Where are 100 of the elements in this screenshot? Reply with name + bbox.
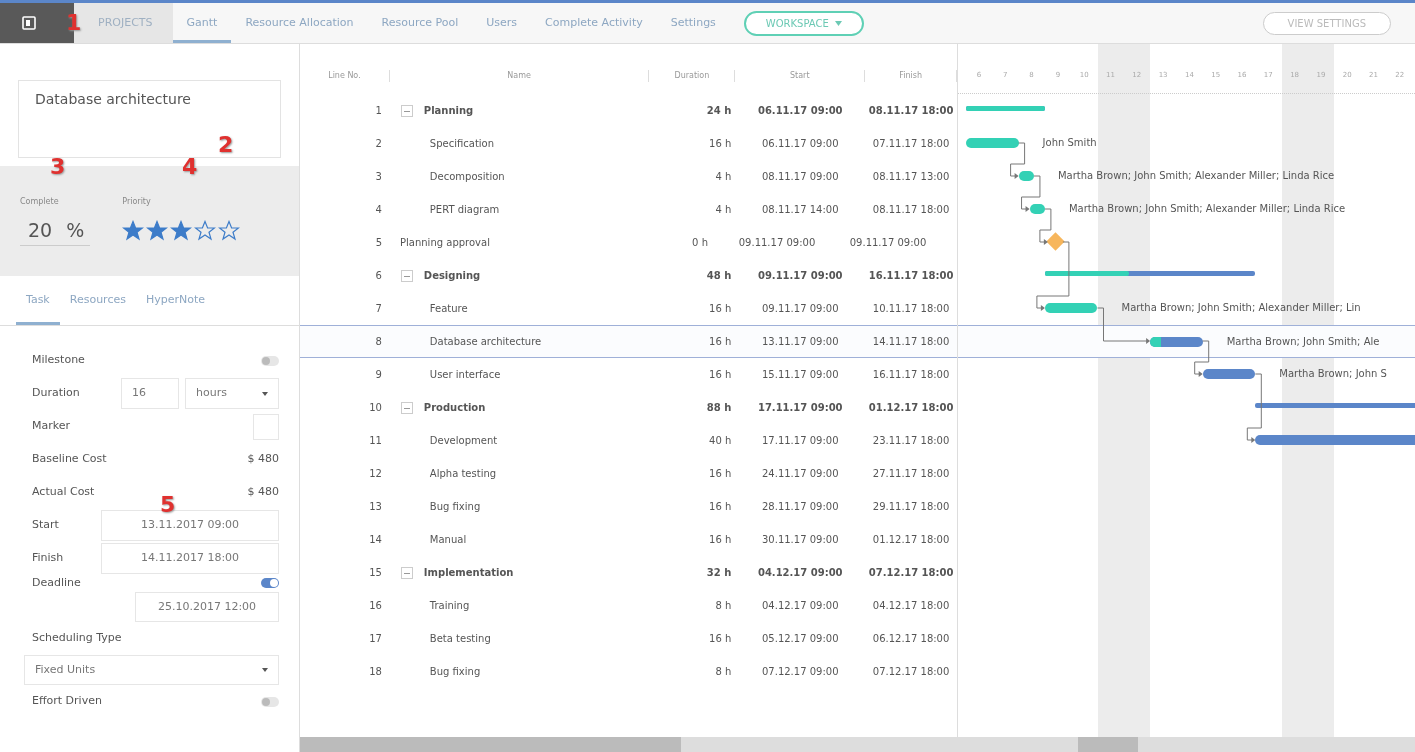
line-number: 15 xyxy=(368,566,383,580)
resource-label: Martha Brown; John Smith; Ale xyxy=(1226,335,1380,349)
summary-bar[interactable] xyxy=(1044,271,1256,276)
start-cell: 28.11.17 09:00 xyxy=(762,501,839,512)
panel-tab[interactable]: Resources xyxy=(59,276,136,325)
finish-cell: 23.11.17 18:00 xyxy=(872,435,950,446)
task-name: Alpha testing xyxy=(429,468,497,479)
start-cell: 09.11.17 09:00 xyxy=(757,270,843,281)
duration-cell: 8 h xyxy=(715,600,732,611)
task-bar[interactable] xyxy=(1150,337,1203,347)
line-number: 12 xyxy=(368,467,383,481)
toggle-switch[interactable] xyxy=(261,578,279,589)
callout-number: 4 xyxy=(182,156,198,178)
summary-bar[interactable] xyxy=(966,106,1045,111)
start-cell: 24.11.17 09:00 xyxy=(762,468,839,479)
unit-dropdown[interactable]: hours xyxy=(185,378,279,409)
task-name: Database architecture xyxy=(429,336,542,347)
task-name: Planning xyxy=(423,105,474,116)
toggle-switch[interactable] xyxy=(261,696,279,707)
finish-cell: 08.11.17 18:00 xyxy=(872,204,950,215)
view-settings-button[interactable]: VIEW SETTINGS xyxy=(1262,11,1391,35)
start-cell: 15.11.17 09:00 xyxy=(762,369,839,380)
task-bar[interactable] xyxy=(1029,204,1045,214)
resource-label: Martha Brown; John S xyxy=(1279,367,1387,381)
panel-icon xyxy=(22,16,36,30)
finish-cell: 16.11.17 18:00 xyxy=(872,369,950,380)
selected-row[interactable]: 8 Database architecture 16 h 13.11.17 09:00 14.11.17 18:00 xyxy=(300,325,957,358)
star-filled-icon[interactable] xyxy=(122,220,145,241)
expand-toggle[interactable] xyxy=(400,566,413,579)
resource-label: Martha Brown; John Smith; Alexander Miller; Linda Rice xyxy=(1057,169,1335,183)
star-outline-icon[interactable] xyxy=(194,220,217,241)
finish-cell: 06.12.17 18:00 xyxy=(872,633,950,644)
star-filled-icon[interactable] xyxy=(146,220,169,241)
line-number: 10 xyxy=(368,401,383,415)
expand-toggle[interactable] xyxy=(400,104,413,117)
nav-tab[interactable]: Users xyxy=(472,3,532,43)
column-header[interactable]: Start xyxy=(789,71,810,80)
task-name: Decomposition xyxy=(429,171,505,182)
line-number: 7 xyxy=(374,302,383,316)
task-name: Beta testing xyxy=(429,633,491,644)
finish-cell: 16.11.17 18:00 xyxy=(868,270,954,281)
caret-icon xyxy=(262,667,268,672)
finish-cell: 01.12.17 18:00 xyxy=(872,534,950,545)
task-bar[interactable] xyxy=(1018,171,1034,181)
column-header[interactable]: Line No. xyxy=(328,71,361,80)
field-label: Finish xyxy=(32,550,64,567)
toggle-switch[interactable] xyxy=(261,355,279,366)
task-bar[interactable] xyxy=(1044,303,1098,313)
line-number: 14 xyxy=(368,533,383,547)
duration-cell: 32 h xyxy=(706,567,732,578)
duration-cell: 0 h xyxy=(692,237,708,248)
duration-cell: 40 h xyxy=(709,435,732,446)
panel-tab[interactable]: HyperNote xyxy=(135,276,216,325)
duration-cell: 4 h xyxy=(715,171,732,182)
caret-icon xyxy=(262,391,268,396)
scheduling-dropdown[interactable]: Fixed Units xyxy=(24,654,279,685)
nav-tab[interactable]: Gantt xyxy=(172,3,232,43)
caret-icon xyxy=(834,20,842,26)
line-number: 2 xyxy=(374,137,383,151)
marker-picker[interactable] xyxy=(253,413,279,440)
horizontal-scrollbar[interactable] xyxy=(300,737,957,752)
finish-cell: 14.11.17 18:00 xyxy=(872,336,950,347)
task-bar[interactable] xyxy=(966,138,1019,148)
nav-tab[interactable]: Resource Allocation xyxy=(231,3,368,43)
column-header[interactable]: Finish xyxy=(899,71,922,80)
start-cell: 09.11.17 09:00 xyxy=(762,303,839,314)
expand-toggle[interactable] xyxy=(400,401,413,414)
nav-tab[interactable]: Complete Activity xyxy=(531,3,657,43)
line-number: 8 xyxy=(374,335,383,349)
duration-cell: 16 h xyxy=(709,501,732,512)
field-label: Start xyxy=(32,517,59,534)
nav-tab[interactable]: Resource Pool xyxy=(367,3,473,43)
deadline-field[interactable]: 25.10.2017 12:00 xyxy=(135,591,279,622)
line-number: 3 xyxy=(374,170,383,184)
panel-tab[interactable]: Task xyxy=(16,276,60,325)
complete-field[interactable]: 20 % xyxy=(20,214,91,246)
start-cell: 04.12.17 09:00 xyxy=(757,567,843,578)
horizontal-scrollbar[interactable] xyxy=(958,737,1415,752)
nav-tab[interactable]: Settings xyxy=(656,3,730,43)
task-name: Feature xyxy=(429,303,468,314)
task-name: Bug fixing xyxy=(429,666,481,677)
start-cell: 05.12.17 09:00 xyxy=(762,633,839,644)
workspace-dropdown[interactable]: WORKSPACE xyxy=(743,10,864,36)
field-label: Scheduling Type xyxy=(32,630,123,646)
column-header[interactable]: Duration xyxy=(674,71,710,80)
date-field[interactable]: 14.11.2017 18:00 xyxy=(101,543,279,574)
task-bar[interactable] xyxy=(1202,369,1256,379)
finish-cell: 09.11.17 09:00 xyxy=(849,237,927,248)
start-cell: 13.11.17 09:00 xyxy=(762,336,839,347)
line-number: 1 xyxy=(374,104,383,118)
line-number: 13 xyxy=(368,500,383,514)
star-filled-icon[interactable] xyxy=(170,220,193,241)
task-name: Bug fixing xyxy=(429,501,481,512)
column-header[interactable]: Name xyxy=(507,71,531,80)
cost-value: $ 480 xyxy=(247,451,279,468)
duration-field[interactable]: 16 xyxy=(121,378,179,409)
finish-cell: 07.11.17 18:00 xyxy=(872,138,950,149)
expand-toggle[interactable] xyxy=(400,269,413,282)
duration-cell: 16 h xyxy=(709,468,732,479)
star-outline-icon[interactable] xyxy=(218,220,241,241)
